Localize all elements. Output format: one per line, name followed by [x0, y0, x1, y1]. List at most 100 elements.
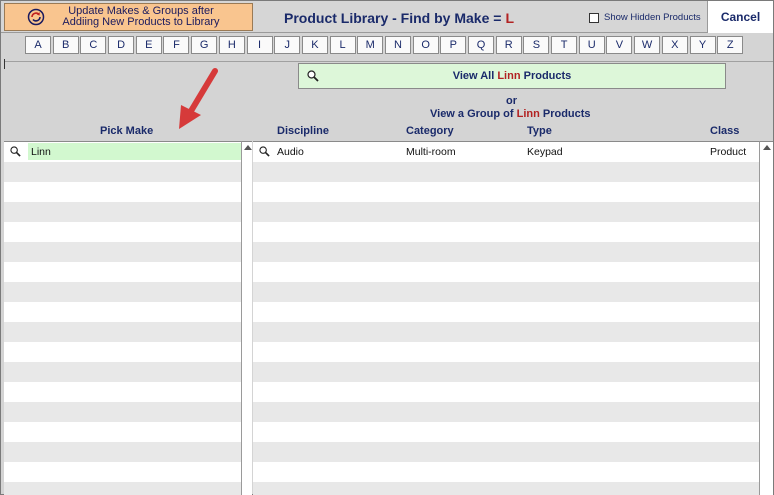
- letter-button-n[interactable]: N: [384, 36, 411, 54]
- or-label: or: [506, 95, 517, 107]
- letter-button-o[interactable]: O: [412, 36, 439, 54]
- letter-bar: ABCDEFGHIJKLMNOPQRSTUVWXYZ: [25, 36, 745, 55]
- letter-button-k[interactable]: K: [301, 36, 328, 54]
- group-row: [253, 442, 759, 462]
- letter-button-j[interactable]: J: [274, 36, 301, 54]
- view-all-products-button[interactable]: View All Linn Products: [298, 63, 726, 89]
- letter-button-w[interactable]: W: [634, 36, 661, 54]
- column-header-category: Category: [406, 125, 454, 137]
- group-class: Product: [710, 146, 747, 158]
- group-list-scrollbar[interactable]: [759, 141, 773, 495]
- red-arrow-annotation: [179, 68, 218, 129]
- group-row[interactable]: Audio Multi-room Keypad Product: [253, 142, 759, 162]
- search-icon: [259, 146, 270, 157]
- search-icon: [10, 146, 21, 157]
- letter-button-p[interactable]: P: [440, 36, 467, 54]
- make-row: [4, 382, 241, 402]
- product-library-window: Update Makes & Groups after Addiing New …: [0, 0, 774, 495]
- letter-button-a[interactable]: A: [25, 36, 51, 54]
- group-discipline: Audio: [277, 146, 304, 158]
- title-letter: L: [505, 10, 514, 26]
- page-title: Product Library - Find by Make = L: [284, 10, 514, 26]
- update-button-line2: Addiing New Products to Library: [62, 16, 220, 28]
- group-row: [253, 262, 759, 282]
- make-cell-highlight: [28, 143, 241, 160]
- refresh-icon: [27, 8, 45, 26]
- letter-button-r[interactable]: R: [495, 36, 522, 54]
- divider-tick: [4, 59, 5, 69]
- make-row: [4, 222, 241, 242]
- letter-button-s[interactable]: S: [523, 36, 550, 54]
- make-row: [4, 242, 241, 262]
- group-row: [253, 462, 759, 482]
- group-make: Linn: [516, 108, 540, 120]
- group-row: [253, 242, 759, 262]
- group-list: Audio Multi-room Keypad Product: [253, 141, 759, 495]
- column-header-discipline: Discipline: [277, 125, 329, 137]
- top-bar: Update Makes & Groups after Addiing New …: [1, 1, 773, 33]
- letter-button-b[interactable]: B: [52, 36, 79, 54]
- letter-button-i[interactable]: I: [246, 36, 273, 54]
- scroll-up-arrow-icon[interactable]: [763, 145, 771, 150]
- group-row: [253, 342, 759, 362]
- group-category: Multi-room: [406, 146, 456, 158]
- group-row: [253, 182, 759, 202]
- view-all-prefix: View All: [452, 70, 495, 82]
- group-row: [253, 322, 759, 342]
- letter-button-q[interactable]: Q: [468, 36, 494, 54]
- make-row: [4, 282, 241, 302]
- cancel-button[interactable]: Cancel: [707, 1, 773, 33]
- divider: [4, 61, 773, 62]
- group-row: [253, 282, 759, 302]
- view-all-suffix: Products: [523, 70, 572, 82]
- make-row: [4, 422, 241, 442]
- make-row: [4, 322, 241, 342]
- make-row: [4, 442, 241, 462]
- letter-button-c[interactable]: C: [80, 36, 107, 54]
- letter-button-h[interactable]: H: [218, 36, 245, 54]
- letter-button-g[interactable]: G: [191, 36, 218, 54]
- show-hidden-checkbox[interactable]: [589, 12, 599, 23]
- group-row: [253, 202, 759, 222]
- letter-button-f[interactable]: F: [163, 36, 190, 54]
- group-suffix: Products: [542, 108, 591, 120]
- update-makes-groups-button[interactable]: Update Makes & Groups after Addiing New …: [4, 3, 253, 31]
- view-all-make: Linn: [497, 70, 521, 82]
- letter-button-u[interactable]: U: [578, 36, 605, 54]
- make-row: [4, 342, 241, 362]
- show-hidden-products-toggle[interactable]: Show Hidden Products: [589, 12, 701, 23]
- letter-button-d[interactable]: D: [108, 36, 135, 54]
- make-name: Linn: [31, 146, 51, 158]
- make-row: [4, 262, 241, 282]
- group-row: [253, 362, 759, 382]
- make-row: [4, 482, 241, 495]
- letter-button-v[interactable]: V: [606, 36, 633, 54]
- show-hidden-label: Show Hidden Products: [604, 12, 701, 23]
- group-prefix: View a Group of: [430, 108, 514, 120]
- make-row: [4, 402, 241, 422]
- letter-button-m[interactable]: M: [357, 36, 384, 54]
- make-list: Linn: [4, 141, 241, 495]
- group-row: [253, 222, 759, 242]
- make-row: [4, 162, 241, 182]
- view-all-label: View All Linn Products: [299, 70, 725, 82]
- letter-button-t[interactable]: T: [551, 36, 578, 54]
- make-row: [4, 462, 241, 482]
- make-row: [4, 182, 241, 202]
- make-row: [4, 202, 241, 222]
- group-row: [253, 382, 759, 402]
- make-row: [4, 362, 241, 382]
- letter-button-e[interactable]: E: [135, 36, 162, 54]
- make-row: [4, 302, 241, 322]
- scroll-up-arrow-icon[interactable]: [244, 145, 252, 150]
- make-list-scrollbar[interactable]: [241, 141, 252, 495]
- group-row: [253, 162, 759, 182]
- search-icon: [307, 70, 319, 82]
- update-button-text: Update Makes & Groups after Addiing New …: [55, 6, 227, 28]
- letter-button-y[interactable]: Y: [689, 36, 716, 54]
- letter-button-z[interactable]: Z: [717, 36, 744, 54]
- letter-button-x[interactable]: X: [661, 36, 688, 54]
- group-type: Keypad: [527, 146, 563, 158]
- make-row[interactable]: Linn: [4, 142, 241, 162]
- letter-button-l[interactable]: L: [329, 36, 356, 54]
